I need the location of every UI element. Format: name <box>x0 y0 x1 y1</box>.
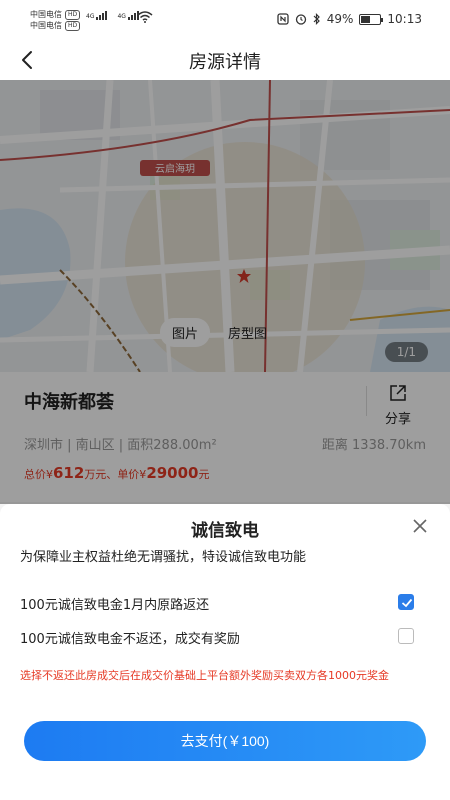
sheet-subtitle: 为保障业主权益杜绝无谓骚扰，特设诚信致电功能 <box>20 550 307 565</box>
sheet-title: 诚信致电 <box>191 521 259 541</box>
signal-bars-icon: 4G <box>86 11 108 20</box>
carrier-2: 中国电信 <box>30 21 62 30</box>
nfc-icon <box>277 13 289 25</box>
call-deposit-sheet: 诚信致电 为保障业主权益杜绝无谓骚扰，特设诚信致电功能 100元诚信致电金1月内… <box>0 504 450 800</box>
option-refund[interactable]: 100元诚信致电金1月内原路返还 <box>20 592 430 616</box>
check-icon <box>401 598 413 608</box>
carrier-1: 中国电信 <box>30 10 62 19</box>
wifi-icon <box>137 11 153 23</box>
status-bar: 中国电信 HD 中国电信 HD 4G 4G 49% 10:13 <box>0 0 450 40</box>
clock: 10:13 <box>387 12 422 26</box>
signal-icons: 4G 4G <box>86 11 139 20</box>
battery-icon <box>359 13 384 25</box>
battery-percent: 49% <box>326 12 354 26</box>
page-title: 房源详情 <box>189 52 261 73</box>
pay-button[interactable]: 去支付(￥100) <box>24 721 426 761</box>
reward-note: 选择不返还此房成交后在成交价基础上平台额外奖励买卖双方各1000元奖金 <box>20 669 389 682</box>
modal-overlay[interactable] <box>0 80 450 504</box>
option-refund-checkbox[interactable] <box>398 594 414 610</box>
nav-header: 房源详情 <box>0 40 450 80</box>
status-right: 49% 10:13 <box>277 12 422 26</box>
close-icon[interactable] <box>410 516 430 536</box>
hd-badge-1: HD <box>65 9 81 20</box>
option-no-refund-label: 100元诚信致电金不返还，成交有奖励 <box>20 632 240 647</box>
option-no-refund-checkbox[interactable] <box>398 628 414 644</box>
alarm-icon <box>295 14 306 25</box>
bluetooth-icon <box>313 13 320 25</box>
option-no-refund[interactable]: 100元诚信致电金不返还，成交有奖励 <box>20 626 430 650</box>
battery-fill <box>361 15 371 23</box>
hd-badge-2: HD <box>65 20 81 31</box>
network-type-1: 4G <box>86 13 95 20</box>
option-refund-label: 100元诚信致电金1月内原路返还 <box>20 598 210 613</box>
carrier-info: 中国电信 HD 中国电信 HD <box>30 9 81 31</box>
signal-bars-icon-2: 4G <box>117 11 139 20</box>
network-type-2: 4G <box>117 13 126 20</box>
